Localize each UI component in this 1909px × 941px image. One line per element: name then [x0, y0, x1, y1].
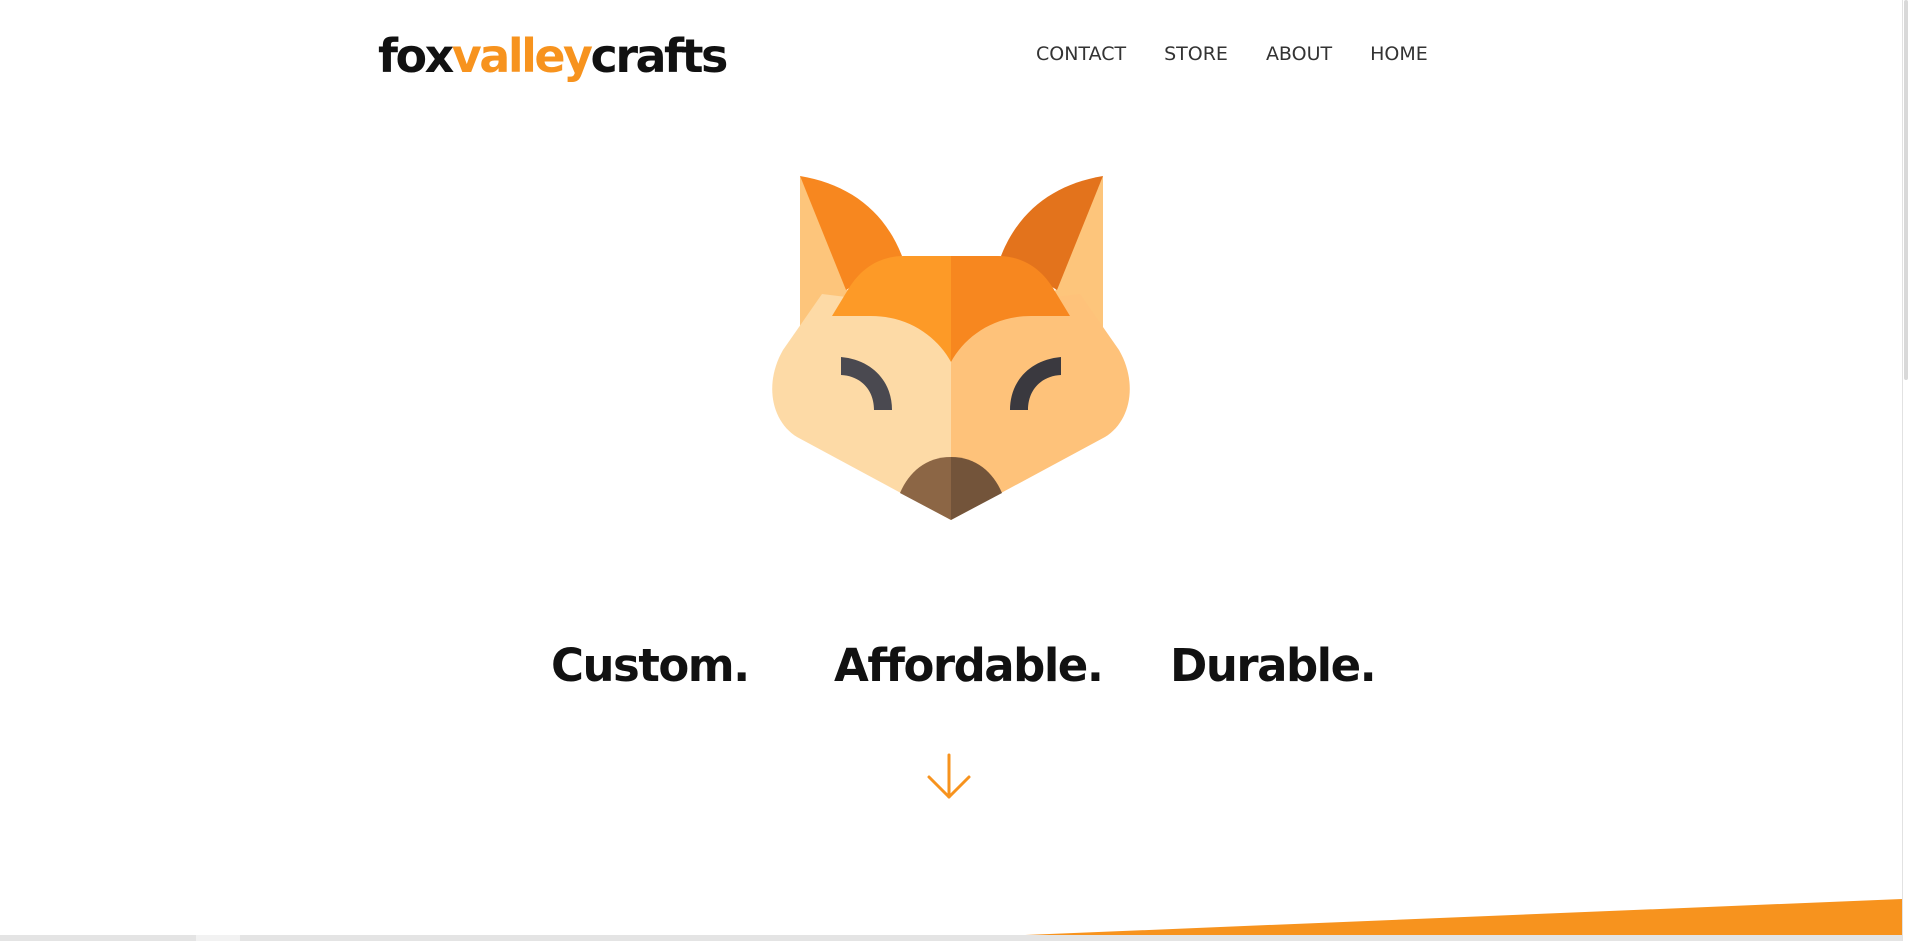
main-nav: CONTACT STORE ABOUT HOME: [1036, 41, 1428, 67]
nav-link-about[interactable]: ABOUT: [1266, 41, 1332, 67]
tagline-custom: Custom.: [551, 639, 750, 692]
nav-link-store[interactable]: STORE: [1164, 41, 1228, 67]
tagline-affordable: Affordable.: [834, 639, 1104, 692]
nav-link-contact[interactable]: CONTACT: [1036, 41, 1126, 67]
logo-text-valley: valley: [451, 29, 593, 83]
tagline-durable: Durable.: [1170, 639, 1377, 692]
horizontal-scrollbar[interactable]: [0, 935, 1902, 941]
taglines: Custom. Affordable. Durable.: [0, 636, 1900, 696]
logo-text-fox: fox: [378, 29, 454, 83]
vertical-scrollbar-thumb[interactable]: [1904, 0, 1908, 380]
arrow-down-icon[interactable]: [926, 753, 972, 801]
logo-text-crafts: crafts: [590, 29, 729, 83]
nav-link-home[interactable]: HOME: [1370, 41, 1428, 67]
fox-head-image: [772, 176, 1130, 520]
vertical-scrollbar[interactable]: [1902, 0, 1909, 941]
site-logo[interactable]: foxvalleycrafts: [378, 26, 729, 86]
horizontal-scrollbar-thumb[interactable]: [196, 935, 240, 941]
page: foxvalleycrafts CONTACT STORE ABOUT HOME…: [0, 0, 1909, 941]
